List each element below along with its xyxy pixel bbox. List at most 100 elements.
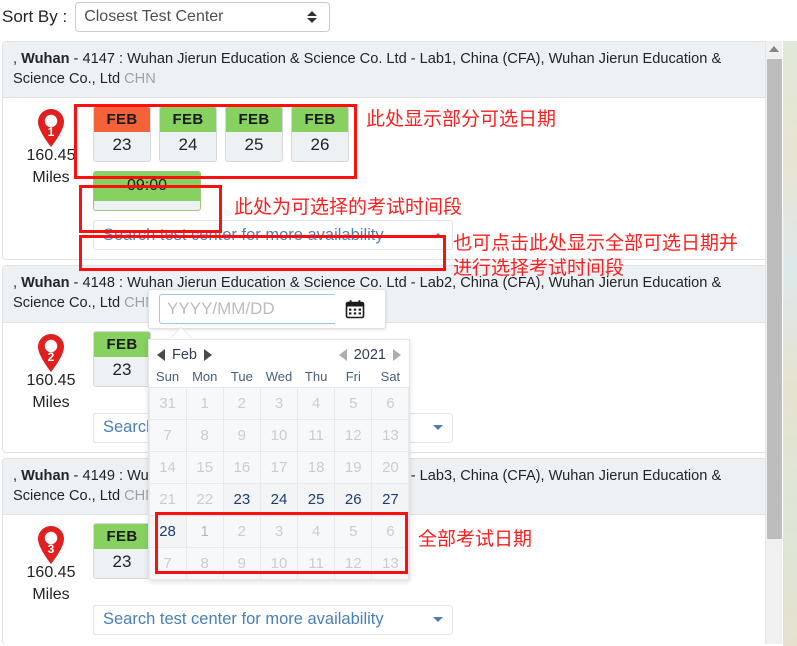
- chevron-right-icon[interactable]: [204, 348, 212, 361]
- scrollbar-thumb[interactable]: [767, 59, 782, 539]
- date-tile-day: 26: [310, 135, 330, 155]
- date-input-container[interactable]: YYYY/MM/DD: [148, 289, 386, 329]
- weekday-label: Mon: [192, 369, 218, 384]
- calendar-day-cell: 13: [371, 418, 410, 452]
- time-slot[interactable]: 09:00: [93, 171, 201, 212]
- weekday-label: Thu: [304, 369, 328, 384]
- chevron-up-icon: [433, 232, 443, 238]
- distance-column: 1 160.45 Miles: [13, 106, 89, 187]
- name-prefix: ,: [13, 275, 22, 292]
- center-description: : Wuhan Jierun Education & Science Co. L…: [13, 51, 722, 88]
- select-spinner-icon: [307, 11, 318, 23]
- center-code: 4148: [82, 275, 115, 292]
- distance-column: 3 160.45 Miles: [13, 523, 89, 604]
- city-name: Wuhan: [21, 275, 70, 292]
- calendar-nav: Feb 2021: [149, 340, 409, 369]
- date-input[interactable]: YYYY/MM/DD: [159, 294, 335, 324]
- distance-unit: Miles: [32, 585, 70, 603]
- annotation-partial-dates: 此处显示部分可选日期: [366, 108, 557, 130]
- chevron-left-icon[interactable]: [157, 348, 165, 361]
- date-tile[interactable]: FEB 23: [93, 522, 151, 579]
- distance-unit: Miles: [32, 393, 70, 411]
- calendar-day-cell: 5: [334, 386, 373, 420]
- search-more-availability-label: Search test center for more availability: [103, 225, 384, 244]
- calendar-day-cell: 11: [297, 546, 336, 580]
- sort-by-label: Sort By :: [2, 7, 68, 26]
- search-more-availability-dropdown[interactable]: Search test center for more availability: [93, 604, 453, 635]
- center-code: 4147: [82, 51, 115, 67]
- calendar-day-cell: 18: [297, 450, 336, 484]
- chevron-left-icon[interactable]: [338, 348, 347, 361]
- date-tile-day: 23: [112, 551, 132, 571]
- calendar-day-cell: 2: [222, 514, 261, 548]
- scrollbar-up-button[interactable]: [766, 41, 782, 57]
- calendar-day-cell: 9: [222, 418, 261, 452]
- calendar-day-cell: 4: [297, 386, 336, 420]
- city-name: Wuhan: [21, 467, 70, 484]
- date-tile-day: 24: [178, 135, 198, 155]
- year-nav: 2021: [338, 347, 401, 363]
- country-code: CHN: [124, 71, 156, 88]
- calendar-day-cell[interactable]: 26: [334, 482, 373, 516]
- calendar-day-cell: 7: [148, 546, 187, 580]
- calendar-day-cell: 12: [334, 546, 373, 580]
- date-tile[interactable]: FEB 23: [93, 106, 151, 163]
- calendar-day-cell: 31: [148, 386, 187, 420]
- weekday-label: Wed: [265, 369, 293, 384]
- calendar-day-cell: 1: [185, 514, 224, 548]
- calendar-day-cell: 6: [371, 386, 410, 420]
- dash: -: [69, 275, 83, 292]
- date-tile[interactable]: FEB 23: [93, 330, 151, 387]
- calendar-day-cell[interactable]: 28: [148, 514, 187, 548]
- time-slot-label: 09:00: [126, 177, 168, 195]
- results-scrollbar[interactable]: [765, 41, 782, 644]
- weekday-label: Sun: [156, 369, 180, 384]
- calendar-icon[interactable]: [335, 294, 375, 324]
- date-tile[interactable]: FEB 24: [159, 106, 217, 163]
- distance-value: 160.45: [26, 563, 76, 581]
- sort-by-select[interactable]: Closest Test Center: [75, 2, 331, 32]
- date-tile-month: FEB: [292, 107, 348, 133]
- distance-column: 2 160.45 Miles: [13, 331, 89, 412]
- dash: -: [69, 467, 83, 484]
- test-center-scheduling-page: Sort By : Closest Test Center , Wuhan - …: [0, 0, 797, 646]
- calendar-day-cell[interactable]: 23: [222, 482, 261, 516]
- search-more-availability-dropdown[interactable]: Search test center for more availability: [93, 220, 453, 251]
- calendar-day-cell: 9: [222, 546, 261, 580]
- calendar-day-cell: 10: [259, 418, 299, 452]
- map-pin-icon: 1: [36, 108, 66, 148]
- pin-number: 2: [47, 349, 55, 364]
- calendar-day-cell: 4: [297, 514, 336, 548]
- test-center-header: , Wuhan - 4147 : Wuhan Jierun Education …: [3, 42, 766, 99]
- date-tile-day: 23: [112, 135, 132, 155]
- chevron-right-icon[interactable]: [393, 348, 401, 361]
- calendar-day-cell[interactable]: 25: [297, 482, 336, 516]
- map-panel-edge: [783, 41, 797, 646]
- date-tile[interactable]: FEB 26: [291, 106, 349, 163]
- calendar-day-cell: 8: [185, 418, 224, 452]
- date-tile-month: FEB: [226, 107, 282, 133]
- dash: -: [69, 51, 83, 67]
- pin-number: 3: [47, 541, 55, 556]
- distance-unit: Miles: [32, 169, 70, 187]
- annotation-click-all-dates-line2: 进行选择考试时间段: [453, 257, 625, 279]
- calendar-day-cell: 3: [259, 386, 299, 420]
- date-tile-month: FEB: [94, 523, 150, 549]
- calendar-day-cell: 14: [148, 450, 187, 484]
- calendar-grid[interactable]: 31 1 2 3 4 5 6 7 8 9 10 11 12 13 14 15 16 17 18 19 20 21 22 23 2…: [148, 386, 410, 580]
- annotation-exam-time-slot: 此处为可选择的考试时间段: [234, 196, 463, 218]
- calendar-month: Feb: [172, 346, 197, 363]
- test-center-card[interactable]: , Wuhan - 4147 : Wuhan Jierun Education …: [2, 41, 767, 261]
- distance-value: 160.45: [26, 147, 76, 165]
- calendar-day-cell: 5: [334, 514, 373, 548]
- date-picker-popup[interactable]: YYYY/MM/DD Feb 2021 Sun Mon Tue Wed Thu …: [148, 289, 410, 580]
- chevron-down-icon: [433, 617, 443, 623]
- calendar-day-cell: 10: [259, 546, 299, 580]
- calendar-day-cell: 3: [259, 514, 299, 548]
- date-tile-day: 23: [112, 359, 132, 379]
- calendar-day-cell[interactable]: 24: [259, 482, 299, 516]
- date-tile[interactable]: FEB 25: [225, 106, 283, 163]
- calendar-day-cell[interactable]: 27: [371, 482, 410, 516]
- center-code: 4149: [82, 467, 115, 484]
- calendar-panel[interactable]: Feb 2021 Sun Mon Tue Wed Thu Fri Sat 31 1…: [148, 339, 410, 580]
